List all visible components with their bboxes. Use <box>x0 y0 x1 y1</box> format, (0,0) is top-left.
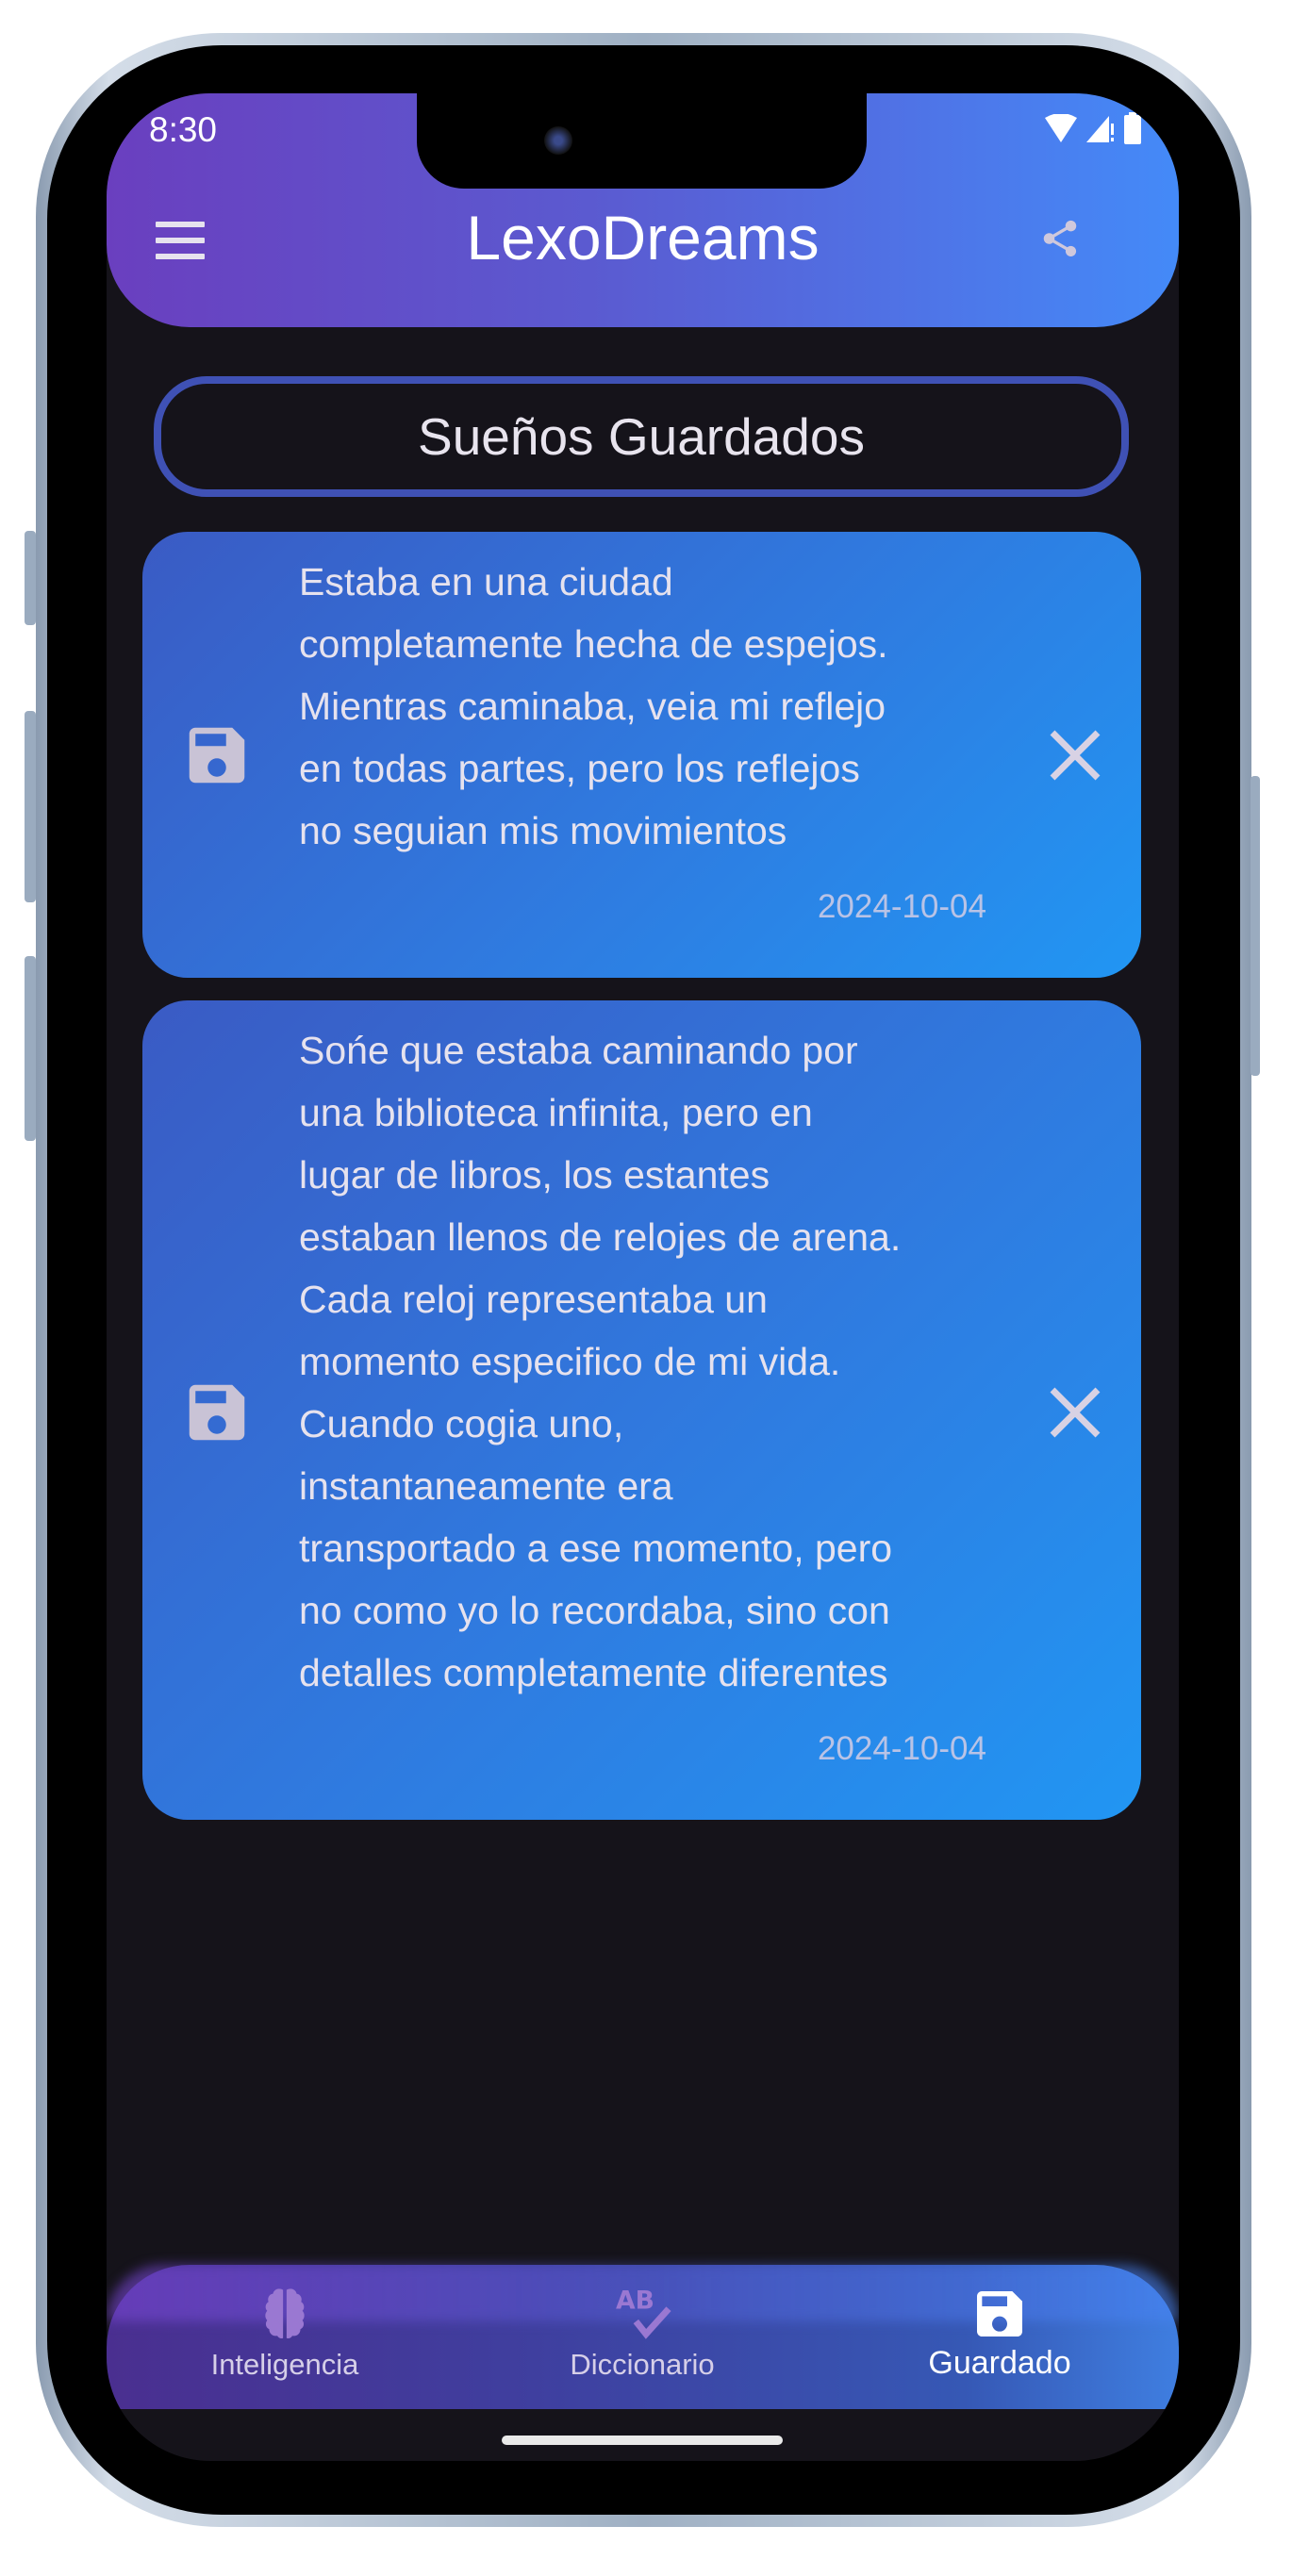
bottom-nav: Inteligencia AB Diccionario Guardado <box>107 2265 1179 2409</box>
dream-line: Estaba en una ciudad <box>299 560 673 603</box>
section-title-box: Sueños Guardados <box>154 376 1129 497</box>
svg-text:AB: AB <box>616 2287 654 2316</box>
volume-down-button <box>25 956 36 1141</box>
screen: 8:30 LexoDreams Sueños Guardados Estaba … <box>107 93 1179 2461</box>
dream-line: estaban llenos de relojes de arena. <box>299 1215 902 1259</box>
dream-line: Cada reloj representaba un <box>299 1278 768 1321</box>
status-time: 8:30 <box>149 110 218 149</box>
close-icon[interactable] <box>1045 1382 1105 1443</box>
spellcheck-icon: AB <box>616 2287 671 2339</box>
dream-line: momento especifico de mi vida. <box>299 1340 841 1383</box>
section-title: Sueños Guardados <box>418 407 865 466</box>
notch <box>417 93 867 189</box>
camera <box>544 126 572 155</box>
nav-label: Guardado <box>928 2345 1071 2381</box>
save-icon <box>977 2291 1022 2337</box>
app-title: LexoDreams <box>466 203 820 272</box>
status-icons <box>1045 112 1141 144</box>
dream-date: 2024-10-04 <box>817 1730 986 1767</box>
nav-item-inteligencia[interactable]: Inteligencia <box>143 2265 426 2409</box>
dream-line: completamente hecha de espejos. <box>299 622 888 666</box>
dream-line: Mientras caminaba, veia mi reflejo <box>299 685 886 728</box>
battery-icon <box>1124 112 1141 144</box>
dream-card[interactable]: Sońe que estaba caminando por una biblio… <box>142 1000 1141 1820</box>
save-icon <box>189 727 245 784</box>
wifi-icon <box>1045 114 1077 142</box>
volume-up-button <box>25 711 36 902</box>
close-icon[interactable] <box>1045 725 1105 785</box>
dream-line: detalles completamente diferentes <box>299 1651 888 1694</box>
dream-date: 2024-10-04 <box>817 888 986 925</box>
dream-text: Estaba en una ciudad completamente hecha… <box>299 551 888 862</box>
brain-icon <box>265 2288 305 2339</box>
nav-item-guardado[interactable]: Guardado <box>858 2265 1141 2409</box>
dream-line: Cuando cogia uno, <box>299 1402 624 1445</box>
power-button <box>1251 776 1260 1076</box>
nav-label: Diccionario <box>570 2348 715 2381</box>
home-indicator[interactable] <box>502 2436 783 2445</box>
nav-label: Inteligencia <box>210 2348 359 2381</box>
dream-card[interactable]: Estaba en una ciudad completamente hecha… <box>142 532 1141 978</box>
nav-item-diccionario[interactable]: AB Diccionario <box>501 2265 784 2409</box>
dream-line: una biblioteca infinita, pero en <box>299 1091 813 1134</box>
signal-icon <box>1086 116 1114 142</box>
save-icon <box>189 1384 245 1441</box>
dream-line: en todas partes, pero los reflejos <box>299 747 860 790</box>
dream-line: no seguian mis movimientos <box>299 809 787 852</box>
dream-line: lugar de libros, los estantes <box>299 1153 770 1197</box>
dream-line: Sońe que estaba caminando por <box>299 1029 858 1072</box>
mute-switch <box>25 531 36 625</box>
share-icon[interactable] <box>1038 216 1082 261</box>
dream-line: instantaneamente era <box>299 1464 673 1508</box>
dream-line: no como yo lo recordaba, sino con <box>299 1589 890 1632</box>
dream-line: transportado a ese momento, pero <box>299 1527 893 1570</box>
dream-text: Sońe que estaba caminando por una biblio… <box>299 1019 901 1704</box>
